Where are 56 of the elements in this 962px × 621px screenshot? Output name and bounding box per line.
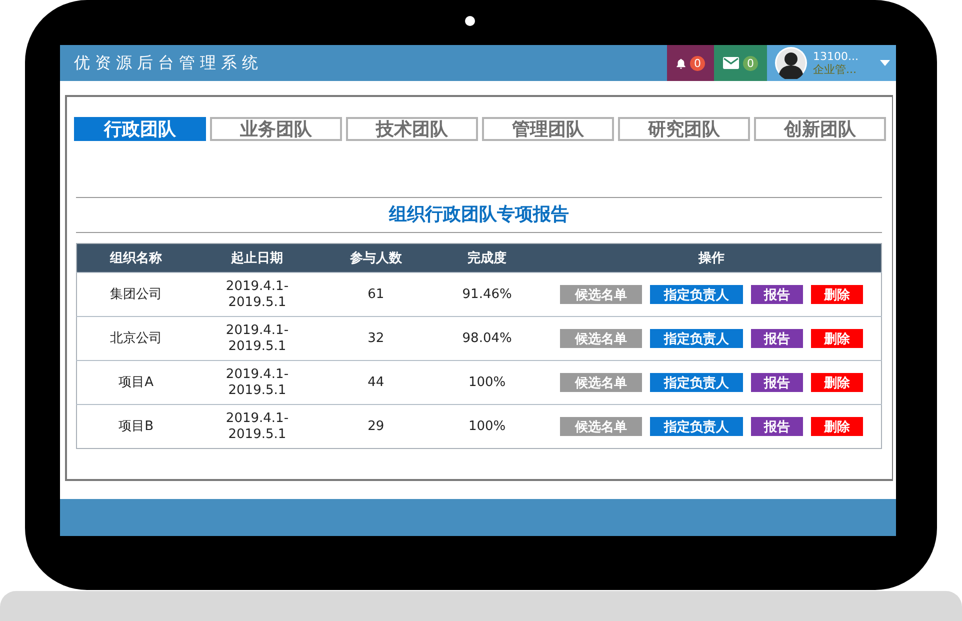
table-cell: 100% [432,404,542,448]
assign-manager-button[interactable]: 指定负责人 [650,417,743,436]
table-cell: 2019.4.1- 2019.5.1 [195,404,320,448]
table-cell: 91.46% [432,272,542,316]
report-title: 组织行政团队专项报告 [76,197,882,233]
delete-button[interactable]: 删除 [810,285,863,304]
user-name: 13100... [813,50,858,63]
table-cell: 44 [319,360,433,404]
delete-button[interactable]: 删除 [810,373,863,392]
report-button[interactable]: 报告 [750,329,803,348]
table-cell: 32 [319,316,433,360]
delete-button[interactable]: 删除 [810,329,863,348]
tab[interactable]: 技术团队 [346,117,478,141]
tab[interactable]: 业务团队 [210,117,342,141]
table-cell: 2019.4.1- 2019.5.1 [195,316,320,360]
camera-icon [465,16,475,26]
column-header: 起止日期 [195,244,320,272]
column-header: 操作 [542,244,882,272]
notification-button[interactable]: 0 [667,45,714,81]
assign-manager-button[interactable]: 指定负责人 [650,329,743,348]
candidates-button[interactable]: 候选名单 [560,373,642,392]
table-cell: 项目B [76,404,196,448]
table-cell: 北京公司 [76,316,196,360]
report-button[interactable]: 报告 [750,417,803,436]
tab[interactable]: 管理团队 [482,117,614,141]
delete-button[interactable]: 删除 [810,417,863,436]
table-cell: 项目A [76,360,196,404]
table-cell: 集团公司 [76,272,196,316]
user-role: 企业管... [813,63,858,76]
user-menu[interactable]: 13100... 企业管... [767,45,896,81]
table-cell: 2019.4.1- 2019.5.1 [195,360,320,404]
table-cell: 61 [319,272,433,316]
column-header: 完成度 [432,244,542,272]
candidates-button[interactable]: 候选名单 [560,417,642,436]
app-title: 优资源后台管理系统 [73,52,264,74]
tab[interactable]: 研究团队 [618,117,750,141]
message-count: 0 [743,56,758,70]
table-cell: 29 [319,404,433,448]
caret-icon [880,60,890,66]
report-button[interactable]: 报告 [750,373,803,392]
report-button[interactable]: 报告 [750,285,803,304]
table-cell: 98.04% [432,316,542,360]
notification-count: 0 [690,56,705,70]
table-cell: 2019.4.1- 2019.5.1 [195,272,320,316]
envelope-icon [723,57,739,69]
table-cell: 100% [432,360,542,404]
assign-manager-button[interactable]: 指定负责人 [650,285,743,304]
message-button[interactable]: 0 [714,45,767,81]
candidates-button[interactable]: 候选名单 [560,329,642,348]
tab[interactable]: 创新团队 [754,117,886,141]
assign-manager-button[interactable]: 指定负责人 [650,373,743,392]
column-header: 组织名称 [76,244,196,272]
column-header: 参与人数 [319,244,433,272]
tab[interactable]: 行政团队 [74,117,206,141]
candidates-button[interactable]: 候选名单 [560,285,642,304]
avatar-icon [775,47,807,79]
